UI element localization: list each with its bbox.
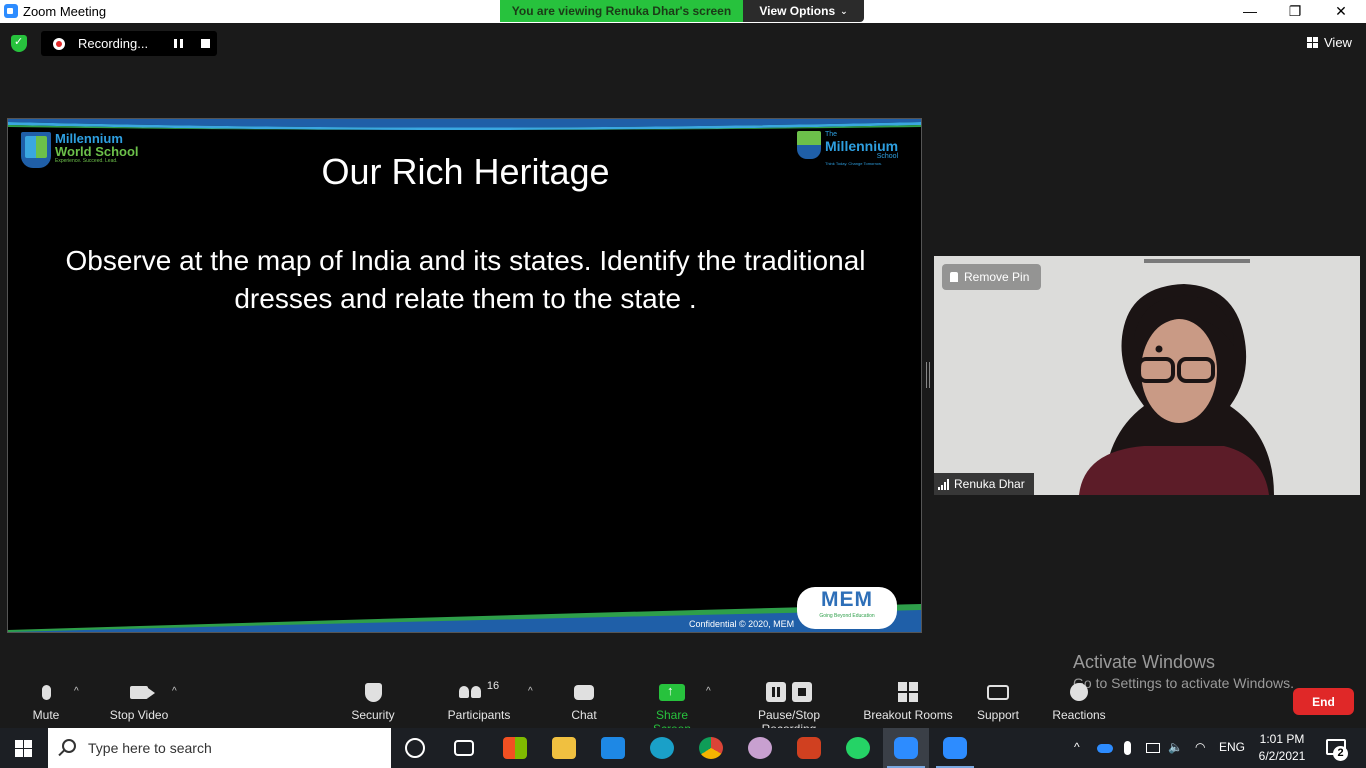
- viewing-banner: You are viewing Renuka Dhar's screen: [500, 0, 743, 22]
- participant-name-tag: Renuka Dhar: [934, 473, 1034, 495]
- shared-screen: Millennium World School Experience. Succ…: [7, 118, 922, 633]
- title-bar: Zoom Meeting You are viewing Renuka Dhar…: [0, 0, 1366, 23]
- stop-recording-icon[interactable]: [201, 39, 210, 48]
- slide-body: Observe at the map of India and its stat…: [65, 245, 866, 314]
- taskbar-clock[interactable]: 1:01 PM 6/2/2021: [1252, 731, 1312, 765]
- recording-indicator: Recording...: [41, 31, 217, 56]
- signal-strength-icon: [938, 478, 949, 490]
- mail-icon[interactable]: [601, 737, 625, 759]
- confidential-notice: Confidential © 2020, MEM: [689, 619, 795, 629]
- support-icon: [987, 684, 1009, 700]
- mem-tagline: Going Beyond Education: [819, 613, 875, 619]
- activate-windows-subtitle: Go to Settings to activate Windows.: [1073, 675, 1294, 691]
- encryption-shield-icon[interactable]: [11, 35, 27, 52]
- view-label: View: [1324, 35, 1352, 50]
- task-view-icon[interactable]: [454, 740, 474, 756]
- notification-count-badge: 2: [1333, 746, 1348, 761]
- security-label: Security: [351, 708, 395, 722]
- chrome-browser-icon[interactable]: [699, 737, 723, 759]
- slide-title: Our Rich Heritage: [321, 151, 610, 192]
- file-explorer-icon[interactable]: [552, 737, 576, 759]
- breakout-rooms-label: Breakout Rooms: [863, 708, 953, 722]
- microsoft-store-icon[interactable]: [503, 737, 527, 759]
- security-shield-icon: [364, 682, 382, 702]
- reactions-button[interactable]: Reactions: [1052, 680, 1106, 722]
- windows-start-icon[interactable]: [15, 740, 32, 757]
- end-meeting-button[interactable]: End: [1293, 688, 1354, 715]
- remove-pin-label: Remove Pin: [964, 270, 1030, 284]
- window-title: Zoom Meeting: [23, 4, 107, 19]
- smiley-icon: [1070, 683, 1088, 701]
- share-screen-icon: [659, 683, 685, 701]
- view-options-button[interactable]: View Options ⌄: [743, 0, 864, 22]
- chevron-down-icon: ⌄: [840, 5, 848, 16]
- search-icon: [62, 739, 76, 753]
- microphone-tray-icon[interactable]: [1124, 741, 1131, 755]
- maximize-button[interactable]: ❐: [1272, 0, 1318, 22]
- remove-pin-button[interactable]: Remove Pin: [942, 264, 1041, 290]
- participant-video-tile[interactable]: Remove Pin Renuka Dhar: [934, 256, 1360, 495]
- windows-taskbar: Type here to search ^ 🔈 ◠ ENG 1:01 PM 6/…: [0, 728, 1366, 768]
- mute-label: Mute: [32, 708, 60, 722]
- grid-view-icon: [1307, 37, 1318, 48]
- language-indicator[interactable]: ENG: [1219, 740, 1245, 754]
- minimize-button[interactable]: —: [1227, 0, 1273, 22]
- search-placeholder: Type here to search: [88, 740, 212, 756]
- support-button[interactable]: Support: [975, 680, 1021, 722]
- show-hidden-icons-chevron-icon[interactable]: ^: [1074, 740, 1080, 754]
- video-options-chevron-icon[interactable]: ^: [172, 686, 177, 697]
- participants-options-chevron-icon[interactable]: ^: [528, 686, 533, 697]
- chat-bubble-icon: [574, 684, 594, 700]
- taskbar-search-box[interactable]: Type here to search: [48, 728, 391, 768]
- mute-button[interactable]: Mute: [28, 680, 64, 722]
- breakout-rooms-icon: [898, 682, 918, 702]
- powerpoint-icon[interactable]: [797, 737, 821, 759]
- wifi-icon[interactable]: ◠: [1195, 740, 1205, 754]
- reactions-label: Reactions: [1052, 708, 1106, 722]
- participant-video-feed: [934, 256, 1360, 495]
- breakout-rooms-button[interactable]: Breakout Rooms: [863, 680, 953, 722]
- close-button[interactable]: ✕: [1318, 0, 1364, 22]
- panel-resize-handle[interactable]: [926, 362, 930, 388]
- chat-button[interactable]: Chat: [566, 680, 602, 722]
- support-label: Support: [976, 708, 1020, 722]
- mem-logo: MEM Going Beyond Education: [797, 587, 897, 629]
- battery-icon[interactable]: [1146, 743, 1160, 753]
- stop-video-label: Stop Video: [109, 708, 169, 722]
- mem-logo-text: MEM: [821, 588, 873, 611]
- edge-browser-icon[interactable]: [650, 737, 674, 759]
- participant-name: Renuka Dhar: [954, 477, 1025, 491]
- microphone-icon: [41, 684, 51, 700]
- recording-label: Recording...: [78, 36, 149, 51]
- view-options-label: View Options: [759, 4, 836, 18]
- pin-icon: [950, 272, 958, 282]
- whatsapp-icon[interactable]: [846, 737, 870, 759]
- activate-windows-title: Activate Windows: [1073, 652, 1216, 672]
- participants-count: 16: [486, 680, 500, 692]
- zoom-app-icon: [4, 4, 18, 18]
- stop-video-button[interactable]: Stop Video: [106, 680, 172, 722]
- clock-date: 6/2/2021: [1258, 749, 1306, 763]
- onedrive-cloud-icon[interactable]: [1097, 744, 1113, 753]
- zoom-meeting-taskbar-icon[interactable]: [894, 737, 918, 759]
- clock-time: 1:01 PM: [1259, 732, 1305, 746]
- cortana-icon[interactable]: [405, 738, 425, 758]
- chat-label: Chat: [571, 708, 597, 722]
- volume-icon[interactable]: 🔈: [1168, 740, 1183, 754]
- video-camera-icon: [130, 685, 155, 699]
- participants-button[interactable]: 16 Participants: [446, 680, 512, 722]
- zoom-app-taskbar-icon[interactable]: [943, 737, 967, 759]
- recording-dot-icon: [53, 37, 65, 50]
- audio-options-chevron-icon[interactable]: ^: [74, 686, 79, 697]
- pause-stop-icon: [766, 682, 812, 702]
- slide-top-band: [8, 119, 921, 130]
- activate-windows-watermark: Activate Windows Go to Settings to activ…: [1073, 652, 1294, 691]
- view-button[interactable]: View: [1307, 35, 1352, 50]
- share-options-chevron-icon[interactable]: ^: [706, 686, 711, 697]
- security-button[interactable]: Security: [349, 680, 397, 722]
- paint-app-icon[interactable]: [748, 737, 772, 759]
- pause-recording-icon[interactable]: [174, 39, 183, 48]
- participants-icon: [458, 686, 481, 698]
- participants-label: Participants: [447, 708, 511, 722]
